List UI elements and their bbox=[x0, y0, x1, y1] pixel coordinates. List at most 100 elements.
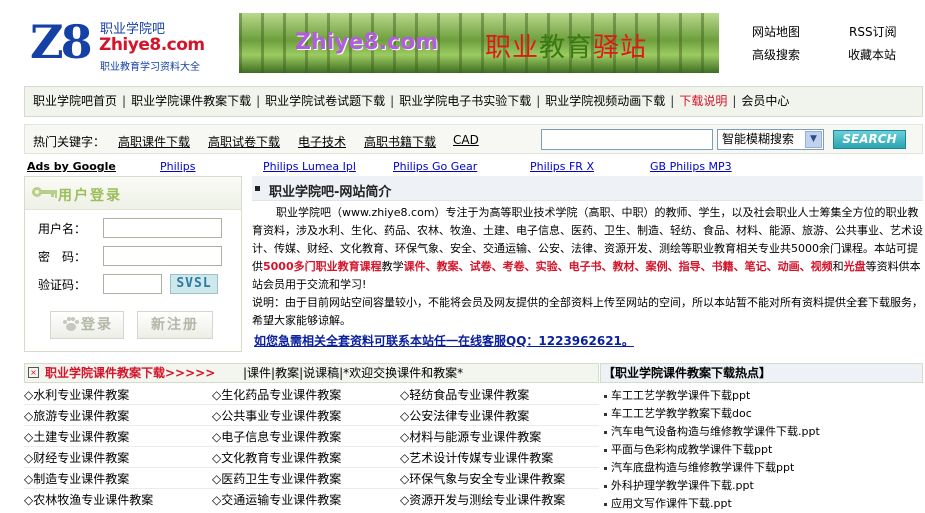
rss-link[interactable]: RSS订阅 bbox=[849, 23, 897, 40]
key-icon bbox=[32, 187, 57, 198]
keyword-link[interactable]: 电子技术 bbox=[298, 133, 346, 150]
search-button[interactable]: SEARCH bbox=[833, 130, 906, 149]
bullet-icon bbox=[604, 466, 607, 470]
search-mode-select[interactable]: 智能模糊搜索 ▼ bbox=[717, 129, 824, 150]
register-button[interactable]: 新注册 bbox=[137, 311, 213, 339]
hot-download-item[interactable]: 平面与色彩构成教学课件下载ppt bbox=[604, 441, 772, 457]
hot-download-link[interactable]: 外科护理学教学课件下载.ppt bbox=[611, 479, 754, 492]
ads-by-google-link[interactable]: Ads by Google bbox=[27, 160, 116, 173]
hot-download-link[interactable]: 车工工艺学教学课件下载ppt bbox=[611, 389, 750, 402]
advanced-search-link[interactable]: 高级搜索 bbox=[752, 46, 800, 63]
courseware-subtitle: |课件|教案|说课稿|*欢迎交换课件和教案* bbox=[243, 366, 464, 380]
search-input[interactable] bbox=[541, 129, 713, 150]
qq-contact-link[interactable]: 如您急需相关全套资料可联系本站任一在线客服QQ：1223962621。 bbox=[254, 332, 634, 349]
hot-download-item[interactable]: 外科护理学教学课件下载.ppt bbox=[604, 477, 754, 493]
hot-download-link[interactable]: 平面与色彩构成教学课件下载ppt bbox=[611, 443, 772, 456]
ad-link[interactable]: Philips Go Gear bbox=[393, 160, 477, 173]
hot-download-item[interactable]: 汽车底盘构造与维修教学课件下载ppt bbox=[604, 459, 794, 475]
nav-item-member-center[interactable]: 会员中心 bbox=[741, 94, 789, 108]
ad-link[interactable]: GB Philips MP3 bbox=[650, 160, 732, 173]
intro-paragraph: 职业学院吧（www.zhiye8.com）专注于为高等职业技术学院（高职、中职）… bbox=[252, 204, 923, 294]
intro-title: 职业学院吧-网站简介 bbox=[269, 185, 392, 200]
login-panel: 用户登录 用户名： 密 码： 验证码： SVSL 登录 新注册 bbox=[24, 176, 242, 352]
courseware-category-link[interactable]: ◇制造专业课件教案 bbox=[24, 470, 129, 487]
nav-item-exams[interactable]: 职业学院试卷试题下载 bbox=[265, 94, 385, 108]
intro-highlight: 课件、教案、试卷、考卷、实验、电子书、教材、案例、指导、书籍、笔记、动画、视频 bbox=[403, 260, 833, 273]
login-button[interactable]: 登录 bbox=[50, 311, 124, 339]
courseware-category-link[interactable]: ◇旅游专业课件教案 bbox=[24, 407, 129, 424]
courseware-header: × 职业学院课件教案下载>>>>> |课件|教案|说课稿|*欢迎交换课件和教案* bbox=[24, 363, 599, 383]
banner-slogan: 职业教育驿站 bbox=[485, 27, 647, 64]
expand-icon[interactable]: × bbox=[28, 367, 39, 378]
nav-item-home[interactable]: 职业学院吧首页 bbox=[33, 94, 117, 108]
row-divider bbox=[24, 404, 599, 405]
courseware-category-link[interactable]: ◇医药卫生专业课件教案 bbox=[212, 470, 341, 487]
courseware-category-link[interactable]: ◇电子信息专业课件教案 bbox=[212, 428, 341, 445]
captcha-field[interactable] bbox=[103, 274, 162, 294]
bullet-icon bbox=[604, 484, 607, 488]
nav-item-download-help[interactable]: 下载说明 bbox=[679, 94, 727, 108]
courseware-category-link[interactable]: ◇公安法律专业课件教案 bbox=[400, 407, 529, 424]
courseware-category-link[interactable]: ◇交通运输专业课件教案 bbox=[212, 491, 341, 508]
keyword-link[interactable]: CAD bbox=[453, 133, 479, 147]
search-mode-value: 智能模糊搜索 bbox=[722, 132, 795, 146]
hot-download-item[interactable]: 车工工艺学教学课件下载ppt bbox=[604, 387, 750, 403]
hot-download-item[interactable]: 汽车电气设备构造与维修教学课件下载.ppt bbox=[604, 423, 820, 439]
header-banner[interactable]: Zhiye8.com 职业教育驿站 bbox=[239, 13, 719, 73]
nav-item-courseware[interactable]: 职业学院课件教案下载 bbox=[131, 94, 251, 108]
username-field[interactable] bbox=[103, 218, 222, 238]
banner-site-name: Zhiye8.com bbox=[295, 30, 439, 55]
row-divider bbox=[24, 425, 599, 426]
site-logo[interactable]: Z8 职业学院吧 Zhiye8.com 职业教育学习资料大全 bbox=[30, 16, 230, 73]
intro-highlight: 5000多门职业教育课程 bbox=[263, 260, 382, 273]
hot-downloads-header: 【职业学院课件教案下载热点】 bbox=[600, 363, 923, 383]
bullet-icon bbox=[255, 186, 260, 191]
bullet-icon bbox=[604, 430, 607, 434]
ad-link[interactable]: Philips FR X bbox=[530, 160, 594, 173]
search-bar: 热门关键字： 高职课件下载 高职试卷下载 电子技术 高职书籍下载 CAD 智能模… bbox=[24, 124, 923, 154]
hot-download-item[interactable]: 车工工艺学教学教案下载doc bbox=[604, 405, 752, 421]
bullet-icon bbox=[604, 394, 607, 398]
courseware-category-link[interactable]: ◇生化药品专业课件教案 bbox=[212, 386, 341, 403]
nav-item-ebooks[interactable]: 职业学院电子书实验下载 bbox=[399, 94, 531, 108]
courseware-category-link[interactable]: ◇艺术设计传媒专业课件教案 bbox=[400, 449, 553, 466]
nav-separator: | bbox=[732, 94, 737, 108]
nav-separator: | bbox=[256, 94, 261, 108]
courseware-category-link[interactable]: ◇财经专业课件教案 bbox=[24, 449, 129, 466]
hot-download-link[interactable]: 应用文写作课件下载.ppt bbox=[611, 497, 732, 510]
keyword-link[interactable]: 高职试卷下载 bbox=[208, 133, 280, 150]
bullet-icon bbox=[604, 412, 607, 416]
bookmark-link[interactable]: 收藏本站 bbox=[848, 46, 896, 63]
username-label: 用户名： bbox=[38, 222, 87, 236]
keyword-link[interactable]: 高职书籍下载 bbox=[364, 133, 436, 150]
courseware-category-link[interactable]: ◇水利专业课件教案 bbox=[24, 386, 129, 403]
courseware-category-link[interactable]: ◇土建专业课件教案 bbox=[24, 428, 129, 445]
ad-link[interactable]: Philips bbox=[160, 160, 196, 173]
logo-tagline: 职业教育学习资料大全 bbox=[100, 62, 200, 73]
hot-download-link[interactable]: 汽车电气设备构造与维修教学课件下载.ppt bbox=[611, 425, 820, 438]
banner-slogan-c: 驿站 bbox=[593, 33, 648, 63]
ad-link[interactable]: Philips Lumea Ipl bbox=[263, 160, 356, 173]
hot-keywords-label: 热门关键字： bbox=[33, 135, 106, 149]
intro-header: 职业学院吧-网站简介 bbox=[252, 176, 923, 201]
keyword-link[interactable]: 高职课件下载 bbox=[118, 133, 190, 150]
courseware-category-link[interactable]: ◇轻纺食品专业课件教案 bbox=[400, 386, 529, 403]
courseware-category-link[interactable]: ◇农林牧渔专业课件教案 bbox=[24, 491, 153, 508]
hot-download-item[interactable]: 应用文写作课件下载.ppt bbox=[604, 495, 732, 511]
captcha-image[interactable]: SVSL bbox=[170, 274, 218, 294]
sitemap-link[interactable]: 网站地图 bbox=[752, 23, 800, 40]
password-field[interactable] bbox=[103, 246, 222, 266]
logo-en-name: Zhiye8.com bbox=[99, 35, 205, 55]
courseware-category-link[interactable]: ◇文化教育专业课件教案 bbox=[212, 449, 341, 466]
hot-download-link[interactable]: 车工工艺学教学教案下载doc bbox=[611, 407, 752, 420]
hot-download-link[interactable]: 汽车底盘构造与维修教学课件下载ppt bbox=[611, 461, 794, 474]
courseware-title-link[interactable]: 职业学院课件教案下载>>>>> bbox=[45, 364, 215, 382]
chevron-down-icon[interactable]: ▼ bbox=[805, 131, 822, 148]
courseware-category-link[interactable]: ◇资源开发与测绘专业课件教案 bbox=[400, 491, 565, 508]
courseware-category-link[interactable]: ◇材料与能源专业课件教案 bbox=[400, 428, 541, 445]
nav-separator: | bbox=[670, 94, 675, 108]
courseware-category-link[interactable]: ◇环保气象与安全专业课件教案 bbox=[400, 470, 565, 487]
captcha-label: 验证码： bbox=[38, 278, 87, 292]
courseware-category-link[interactable]: ◇公共事业专业课件教案 bbox=[212, 407, 341, 424]
nav-item-videos[interactable]: 职业学院视频动画下载 bbox=[545, 94, 665, 108]
